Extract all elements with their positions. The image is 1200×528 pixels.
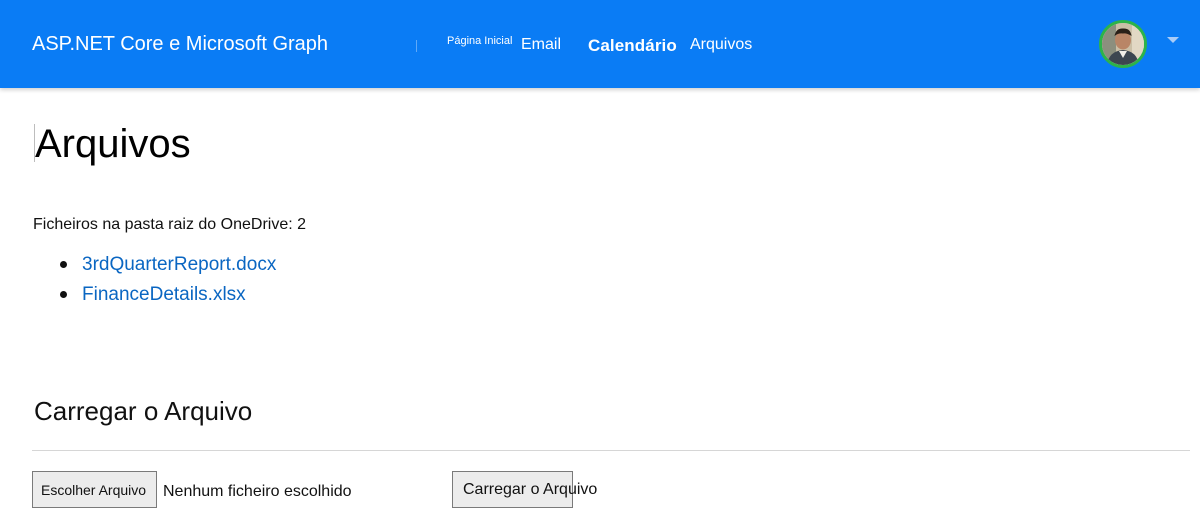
upload-file-button[interactable]: Carregar o Arquivo: [452, 471, 597, 508]
list-item: FinanceDetails.xlsx: [60, 284, 276, 314]
nav-link-home[interactable]: Página Inicial: [447, 35, 512, 47]
avatar-photo-icon: [1102, 23, 1144, 65]
user-avatar[interactable]: [1099, 20, 1147, 68]
choose-file-button[interactable]: Escolher Arquivo: [32, 471, 157, 508]
nav-divider: [416, 40, 417, 52]
upload-section-title: Carregar o Arquivo: [34, 396, 253, 426]
bullet-icon: [60, 261, 67, 268]
no-file-chosen-text: Nenhum ficheiro escolhido: [163, 483, 352, 500]
file-list: 3rdQuarterReport.docx FinanceDetails.xls…: [60, 254, 276, 314]
file-count-text: Ficheiros na pasta raiz do OneDrive: 2: [33, 216, 307, 233]
file-link[interactable]: FinanceDetails.xlsx: [82, 284, 246, 305]
list-item: 3rdQuarterReport.docx: [60, 254, 276, 284]
nav-link-calendar[interactable]: Calendário: [588, 36, 677, 56]
nav-link-email[interactable]: Email: [521, 36, 561, 54]
bullet-icon: [60, 291, 67, 298]
app-brand[interactable]: ASP.NET Core e Microsoft Graph: [32, 33, 328, 56]
page-title: Arquivos: [35, 122, 191, 166]
nav-link-files[interactable]: Arquivos: [690, 36, 752, 54]
top-navbar: ASP.NET Core e Microsoft Graph Página In…: [0, 0, 1200, 88]
file-link[interactable]: 3rdQuarterReport.docx: [82, 254, 276, 275]
caret-down-icon[interactable]: [1167, 37, 1179, 43]
section-divider: [32, 450, 1190, 451]
